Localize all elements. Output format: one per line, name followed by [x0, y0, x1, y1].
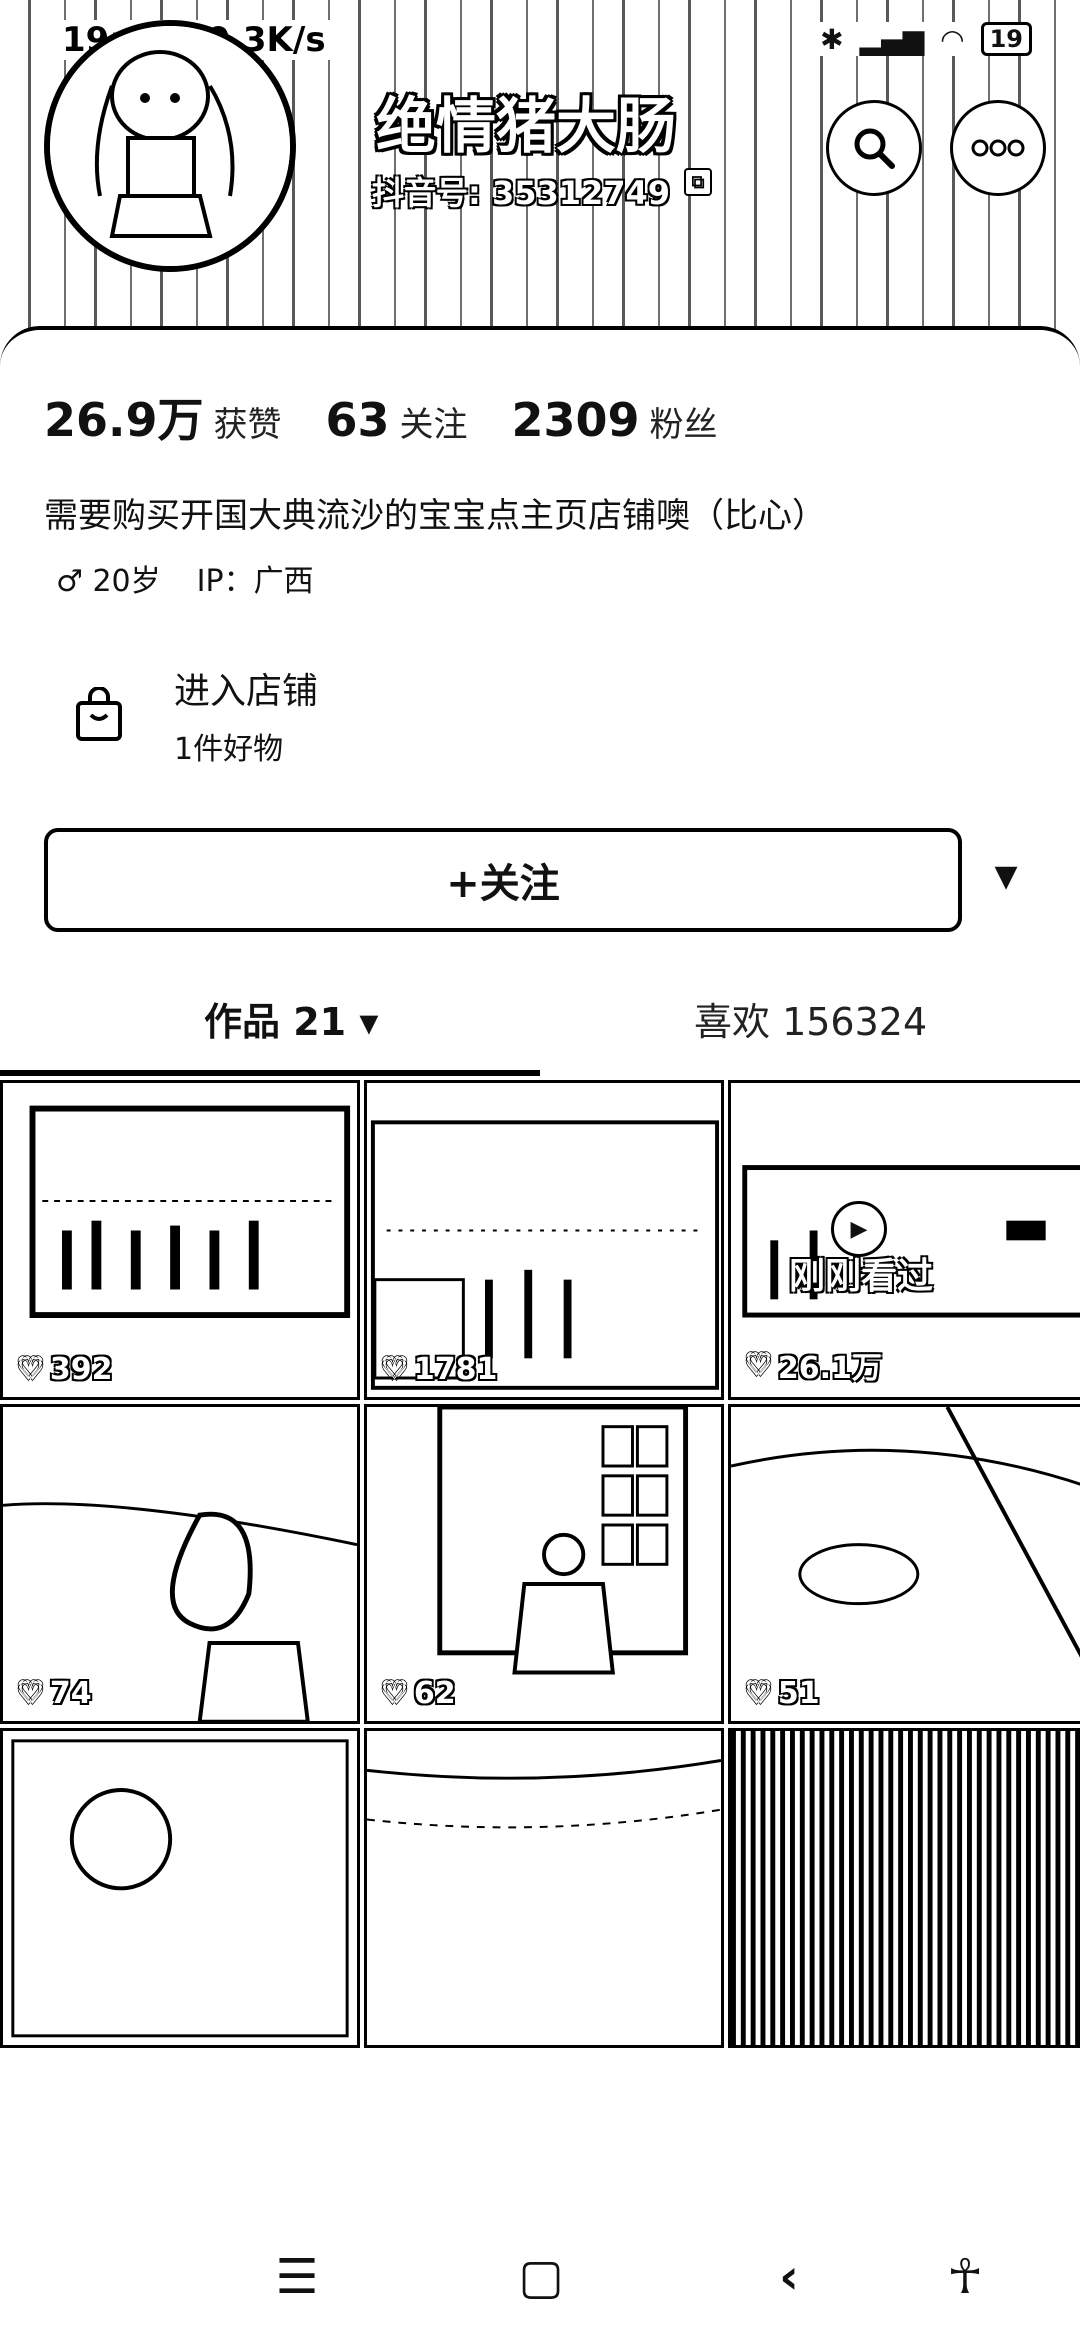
video-thumbnail[interactable]: [364, 1728, 724, 2048]
nav-home-button[interactable]: ▢: [506, 2242, 576, 2312]
stat-followers-value: 2309: [511, 393, 640, 447]
more-button[interactable]: [950, 100, 1046, 196]
shop-text: 进入店铺 1件好物: [174, 662, 318, 768]
stat-following-label: 关注: [399, 405, 468, 445]
video-likes-count: 1781: [413, 1352, 498, 1387]
wifi-icon: ◠: [940, 22, 965, 56]
video-thumbnail-image: [367, 1759, 721, 1829]
nav-back-button[interactable]: ‹: [754, 2242, 824, 2312]
video-thumbnail[interactable]: ▶ 刚刚看过 ♡ 26.1万: [728, 1080, 1080, 1400]
enter-shop-row[interactable]: 进入店铺 1件好物: [44, 650, 744, 780]
signal-icon: ▂▄▆: [859, 22, 925, 56]
video-thumbnail-image: [3, 1502, 357, 1721]
more-icon: [971, 139, 1025, 157]
video-grid: ♡ 392 ♡ 1781 ▶ 刚刚看过 ♡ 26.1万 ♡ 74 ♡ 62 ♡ …: [0, 1080, 1080, 2210]
menu-icon: ☰: [275, 2249, 319, 2305]
video-thumbnail[interactable]: ♡ 74: [0, 1404, 360, 1724]
video-likes-count: 392: [49, 1352, 113, 1387]
nav-menu-button[interactable]: ☰: [262, 2242, 332, 2312]
copy-icon[interactable]: ⧉: [684, 168, 713, 196]
video-thumbnail-image: [29, 1105, 351, 1319]
heart-icon: ♡: [745, 1347, 772, 1383]
video-thumbnail-image: [437, 1407, 689, 1675]
video-thumbnail[interactable]: ♡ 62: [364, 1404, 724, 1724]
follow-button[interactable]: +关注: [44, 828, 962, 932]
stat-likes-label: 获赞: [213, 405, 282, 445]
stat-followers-label: 粉丝: [649, 405, 718, 445]
heart-icon: ♡: [17, 1352, 44, 1387]
shopping-bag-icon: [76, 687, 122, 741]
stat-followers[interactable]: 2309 粉丝: [512, 393, 718, 447]
recommend-dropdown-button[interactable]: ▼: [956, 828, 1056, 924]
system-nav-bar: ☰ ▢ ‹ ☥: [0, 2214, 1080, 2340]
status-icons: ✱ ▂▄▆ ◠ 19: [812, 22, 1040, 56]
video-thumbnail-image: [731, 1731, 1080, 2045]
bluetooth-icon: ✱: [820, 22, 844, 56]
video-likes-count: 51: [777, 1676, 820, 1711]
video-thumbnail-image: [11, 1739, 349, 2038]
stat-following-value: 63: [325, 393, 390, 447]
douyin-id: 抖音号: 35312749 ⧉: [372, 168, 713, 214]
heart-icon: ♡: [381, 1676, 408, 1711]
stat-likes[interactable]: 26.9万 获赞: [44, 384, 282, 450]
just-watched-badge: 刚刚看过: [789, 1256, 934, 1297]
home-icon: ▢: [518, 2249, 564, 2305]
profile-meta: ♂ 20岁 IP：广西: [56, 556, 314, 600]
heart-icon: ♡: [381, 1352, 408, 1387]
profile-stats: 26.9万 获赞 63 关注 2309 粉丝: [44, 384, 718, 450]
video-likes: ♡ 26.1万: [745, 1343, 882, 1387]
video-likes: ♡ 62: [381, 1676, 456, 1711]
video-thumbnail-image: [731, 1407, 1080, 1658]
search-button[interactable]: [826, 100, 922, 196]
ip-location: IP：广西: [196, 564, 314, 599]
video-thumbnail[interactable]: ♡ 1781: [364, 1080, 724, 1400]
accessibility-icon: ☥: [947, 2249, 983, 2305]
stat-following[interactable]: 63 关注: [326, 393, 468, 447]
video-thumbnail[interactable]: [728, 1728, 1080, 2048]
douyin-id-text: 抖音号: 35312749: [372, 174, 671, 212]
video-likes: ♡ 392: [17, 1352, 113, 1387]
profile-name: 绝情猪大肠: [376, 92, 676, 162]
video-likes: ♡ 74: [17, 1676, 92, 1711]
back-icon: ‹: [779, 2249, 799, 2305]
shop-subtitle: 1件好物: [174, 732, 284, 767]
content-tabs: 作品 21 ▾ 喜欢 156324: [0, 958, 1080, 1078]
avatar-image: [50, 26, 290, 266]
tab-active-indicator: [0, 1070, 540, 1076]
battery-icon: 19: [980, 22, 1032, 56]
video-thumbnail[interactable]: ♡ 51: [728, 1404, 1080, 1724]
video-likes-count: 74: [49, 1676, 92, 1711]
search-icon: [854, 128, 895, 169]
gender-age: ♂ 20岁: [56, 556, 161, 600]
video-likes: ♡ 51: [745, 1676, 820, 1711]
heart-icon: ♡: [17, 1676, 44, 1711]
video-thumbnail[interactable]: [0, 1728, 360, 2048]
stat-likes-value: 26.9万: [44, 393, 204, 447]
video-likes-count: 26.1万: [777, 1351, 882, 1386]
video-thumbnail[interactable]: ♡ 392: [0, 1080, 360, 1400]
video-likes: ♡ 1781: [381, 1352, 497, 1387]
tab-likes[interactable]: 喜欢 156324: [694, 958, 927, 1078]
gender-icon: ♂: [56, 564, 83, 599]
age-text: 20岁: [92, 564, 161, 599]
video-likes-count: 62: [413, 1676, 456, 1711]
video-thumbnail-image: [370, 1120, 720, 1390]
profile-bio: 需要购买开国大典流沙的宝宝点主页店铺噢（比心）: [44, 496, 826, 536]
tab-works[interactable]: 作品 21 ▾: [204, 958, 378, 1078]
nav-accessibility-button[interactable]: ☥: [930, 2242, 1000, 2312]
shop-title: 进入店铺: [174, 671, 319, 712]
heart-icon: ♡: [745, 1676, 772, 1711]
avatar[interactable]: [44, 20, 296, 272]
